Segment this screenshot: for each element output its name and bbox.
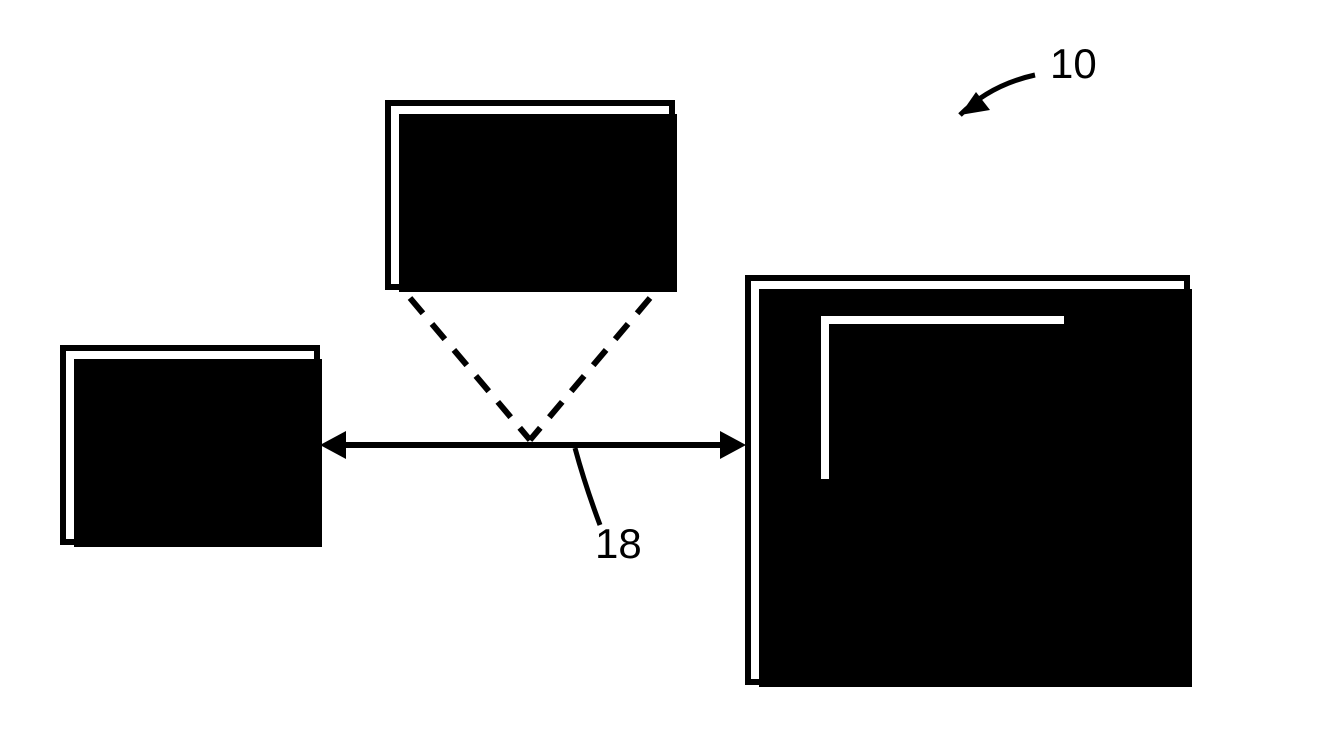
connection-line [340,442,730,448]
resources-ref: 16 [920,400,965,446]
frontend-ref: 12 [168,470,213,516]
backend-ref: 14 [945,613,990,659]
bootstrap-title-line2: Information [420,170,640,216]
resources-box: Resources 16 [815,310,1070,485]
system-ref-number: 10 [1050,40,1097,88]
frontend-box: Front-End Subsystem 12 [60,345,320,545]
frontend-title-line2: Subsystem [83,420,296,466]
connection-ref-number: 18 [595,520,642,568]
bootstrap-info-box: Bootstrap Information 20 [385,100,675,290]
bootstrap-title-line1: Bootstrap [436,124,625,170]
frontend-title-line1: Front-End [94,374,285,420]
connection-arrowhead-left [320,431,346,459]
bootstrap-ref: 20 [508,220,553,266]
diagram-canvas: 10 Bootstrap Information 20 Front-End Su… [0,0,1325,731]
resources-title: Resources [840,350,1045,396]
backend-title: Back-End Subsystem [751,563,1184,609]
connection-arrowhead-right [720,431,746,459]
